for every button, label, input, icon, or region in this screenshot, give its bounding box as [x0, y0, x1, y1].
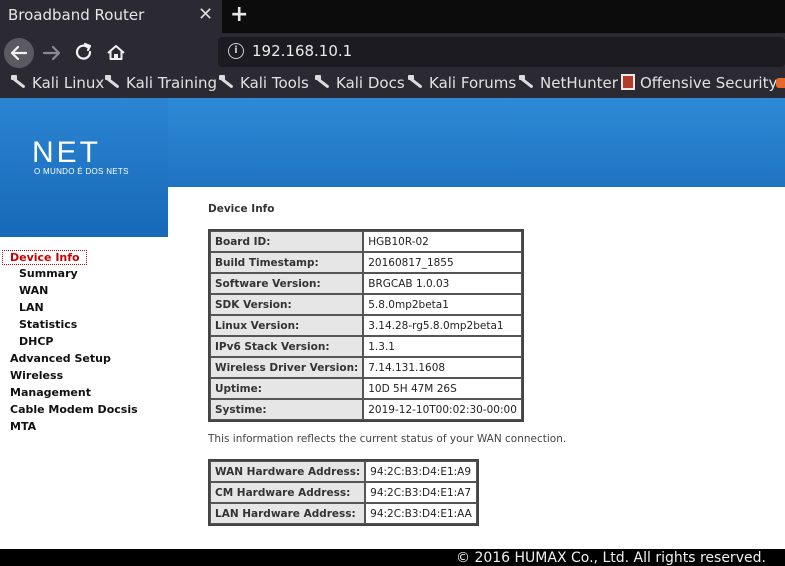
sidebar-item-statistics[interactable]: Statistics — [19, 318, 77, 331]
table-row: SDK Version: 5.8.0mp2beta1 — [210, 294, 522, 315]
row-value: 10D 5H 47M 26S — [363, 378, 522, 399]
sidebar-item-cable-modem-docsis[interactable]: Cable Modem Docsis — [10, 403, 138, 416]
table-row: Build Timestamp: 20160817_1855 — [210, 252, 522, 273]
row-value: HGB10R-02 — [363, 231, 522, 252]
copyright-text: © 2016 HUMAX Co., Ltd. All rights reserv… — [456, 550, 766, 566]
close-tab-icon[interactable]: ✕ — [198, 4, 213, 25]
table-row: LAN Hardware Address: 94:2C:B3:D4:E1:AA — [210, 503, 477, 524]
sidebar-item-wireless[interactable]: Wireless — [10, 369, 63, 382]
device-info-table: Board ID: HGB10R-02 Build Timestamp: 20160… — [208, 229, 524, 422]
sidebar-item-dhcp[interactable]: DHCP — [19, 335, 53, 348]
table-row: Wireless Driver Version: 7.14.131.1608 — [210, 357, 522, 378]
tab-title: Broadband Router — [8, 6, 145, 24]
bookmark-kali-training[interactable]: Kali Training — [104, 74, 217, 92]
sidebar-item-summary[interactable]: Summary — [19, 267, 78, 280]
bookmarks-toolbar: Kali Linux Kali Training Kali Tools Kali… — [0, 70, 785, 98]
sidebar-item-advanced-setup[interactable]: Advanced Setup — [10, 352, 111, 365]
footer: © 2016 HUMAX Co., Ltd. All rights reserv… — [0, 549, 785, 566]
row-value: 2019-12-10T00:02:30-00:00 — [363, 399, 522, 420]
row-label: Wireless Driver Version: — [210, 357, 364, 378]
new-tab-icon[interactable]: + — [230, 2, 248, 27]
table-row: Software Version: BRGCAB 1.0.03 — [210, 273, 522, 294]
bookmark-offensive-security[interactable]: Offensive Security — [621, 74, 777, 92]
row-value: 3.14.28-rg5.8.0mp2beta1 — [363, 315, 522, 336]
net-logo: NET — [32, 136, 101, 169]
row-label: Software Version: — [210, 273, 364, 294]
table-row: IPv6 Stack Version: 1.3.1 — [210, 336, 522, 357]
offensive-security-icon — [621, 74, 635, 90]
bookmark-nethunter[interactable]: NetHunter — [518, 74, 618, 92]
table-row: WAN Hardware Address: 94:2C:B3:D4:E1:A9 — [210, 461, 477, 482]
row-value: 94:2C:B3:D4:E1:A9 — [365, 461, 477, 482]
row-value: 1.3.1 — [363, 336, 522, 357]
table-row: Systime: 2019-12-10T00:02:30-00:00 — [210, 399, 522, 420]
sidebar-item-device-info[interactable]: Device Info — [2, 250, 87, 265]
reload-icon — [75, 42, 92, 60]
row-label: SDK Version: — [210, 294, 364, 315]
router-page: NET O MUNDO É DOS NETS Device Info Summa… — [0, 98, 785, 566]
row-label: Board ID: — [210, 231, 364, 252]
logo-panel: NET O MUNDO É DOS NETS — [0, 98, 168, 237]
overflow-bookmark-icon[interactable] — [776, 78, 785, 88]
row-value: 5.8.0mp2beta1 — [363, 294, 522, 315]
tab-broadband-router[interactable]: Broadband Router ✕ — [0, 0, 222, 33]
row-label: Build Timestamp: — [210, 252, 364, 273]
bookmark-kali-linux[interactable]: Kali Linux — [10, 74, 104, 92]
row-label: Systime: — [210, 399, 364, 420]
url-bar[interactable]: i 192.168.10.1 — [218, 37, 785, 67]
row-label: WAN Hardware Address: — [210, 461, 366, 482]
kali-dragon-icon — [218, 74, 236, 90]
site-info-icon[interactable]: i — [228, 43, 244, 59]
sidebar-item-wan[interactable]: WAN — [19, 284, 48, 297]
table-row: Uptime: 10D 5H 47M 26S — [210, 378, 522, 399]
logo-tagline: O MUNDO É DOS NETS — [34, 167, 129, 176]
kali-dragon-icon — [407, 74, 425, 90]
kali-dragon-icon — [10, 74, 28, 90]
bookmark-kali-forums[interactable]: Kali Forums — [407, 74, 516, 92]
row-label: Linux Version: — [210, 315, 364, 336]
table-row: Board ID: HGB10R-02 — [210, 231, 522, 252]
sidebar-item-mta[interactable]: MTA — [10, 420, 36, 433]
arrow-right-icon — [42, 45, 61, 61]
forward-button[interactable] — [40, 38, 64, 66]
table-row: Linux Version: 3.14.28-rg5.8.0mp2beta1 — [210, 315, 522, 336]
row-value: 7.14.131.1608 — [363, 357, 522, 378]
hardware-address-table: WAN Hardware Address: 94:2C:B3:D4:E1:A9 C… — [208, 459, 479, 526]
sidebar-item-lan[interactable]: LAN — [19, 301, 44, 314]
kali-dragon-icon — [314, 74, 332, 90]
tab-bar: Broadband Router ✕ + — [0, 0, 785, 33]
status-note: This information reflects the current st… — [208, 433, 567, 445]
reload-button[interactable] — [72, 38, 96, 66]
page-title: Device Info — [208, 203, 275, 215]
row-label: Uptime: — [210, 378, 364, 399]
row-label: LAN Hardware Address: — [210, 503, 366, 524]
row-value: 20160817_1855 — [363, 252, 522, 273]
row-value: BRGCAB 1.0.03 — [363, 273, 522, 294]
row-label: CM Hardware Address: — [210, 482, 366, 503]
row-value: 94:2C:B3:D4:E1:AA — [365, 503, 477, 524]
row-label: IPv6 Stack Version: — [210, 336, 364, 357]
url-text[interactable]: 192.168.10.1 — [252, 42, 352, 60]
bookmark-kali-tools[interactable]: Kali Tools — [218, 74, 309, 92]
main-content: Device Info Board ID: HGB10R-02 Build Tim… — [168, 187, 785, 549]
home-button[interactable] — [104, 38, 128, 66]
bookmark-kali-docs[interactable]: Kali Docs — [314, 74, 405, 92]
home-icon — [107, 45, 125, 60]
kali-dragon-icon — [518, 74, 536, 90]
row-value: 94:2C:B3:D4:E1:A7 — [365, 482, 477, 503]
back-button[interactable] — [4, 38, 34, 68]
navigation-toolbar: i 192.168.10.1 — [0, 33, 785, 70]
sidebar-item-management[interactable]: Management — [10, 386, 91, 399]
arrow-left-icon — [10, 45, 28, 61]
table-row: CM Hardware Address: 94:2C:B3:D4:E1:A7 — [210, 482, 477, 503]
kali-dragon-icon — [104, 74, 122, 90]
